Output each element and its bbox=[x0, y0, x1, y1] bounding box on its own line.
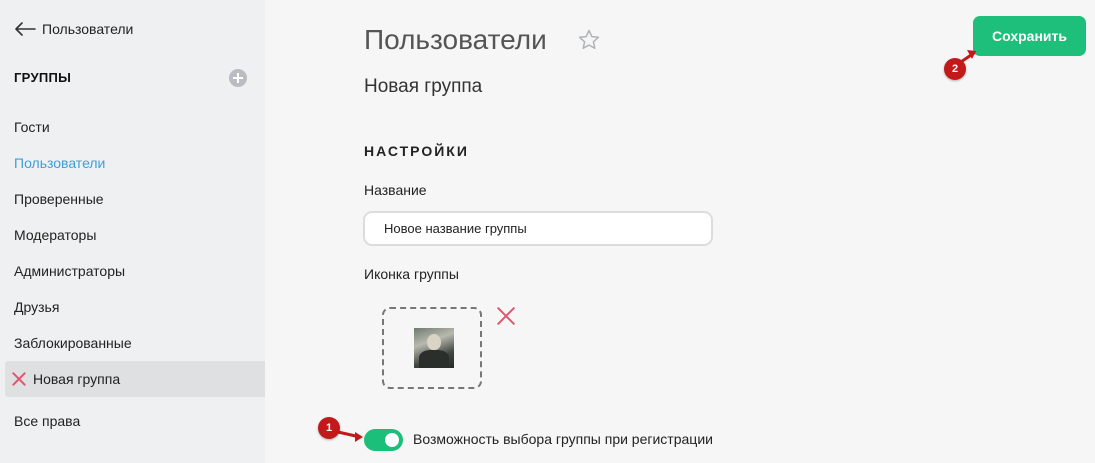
sidebar-item-blocked[interactable]: Заблокированные bbox=[0, 325, 265, 361]
sidebar-item-verified[interactable]: Проверенные bbox=[0, 181, 265, 217]
sidebar-item-users[interactable]: Пользователи bbox=[0, 145, 265, 181]
sidebar-item-new-group[interactable]: Новая группа bbox=[5, 361, 265, 397]
annotation-marker-1: 1 bbox=[318, 417, 340, 439]
sidebar-item-label: Пользователи bbox=[14, 155, 106, 171]
settings-section-title: НАСТРОЙКИ bbox=[364, 143, 469, 159]
sidebar-item-label: Заблокированные bbox=[14, 335, 132, 351]
arrow-left-icon bbox=[15, 22, 36, 36]
remove-icon-icon[interactable] bbox=[496, 306, 516, 326]
sidebar-item-moderators[interactable]: Модераторы bbox=[0, 217, 265, 253]
page-title: Пользователи bbox=[364, 24, 547, 55]
sidebar-item-guests[interactable]: Гости bbox=[0, 109, 265, 145]
back-link[interactable]: Пользователи bbox=[14, 18, 133, 40]
sidebar-item-label: Администраторы bbox=[14, 263, 126, 279]
toggle-knob bbox=[385, 433, 399, 447]
registration-choice-label: Возможность выбора группы при регистраци… bbox=[413, 431, 713, 447]
sidebar-item-label: Все права bbox=[14, 413, 81, 429]
delete-group-icon[interactable] bbox=[11, 371, 27, 387]
group-icon-image bbox=[414, 328, 454, 368]
icon-field-label: Иконка группы bbox=[364, 266, 459, 282]
add-group-button[interactable] bbox=[229, 69, 247, 87]
group-icon-upload[interactable] bbox=[382, 307, 482, 389]
page-subtitle: Новая группа bbox=[364, 76, 483, 97]
sidebar-item-administrators[interactable]: Администраторы bbox=[0, 253, 265, 289]
sidebar-item-all-rights[interactable]: Все права bbox=[0, 403, 265, 439]
groups-header: ГРУППЫ bbox=[14, 70, 72, 85]
name-field-label: Название bbox=[364, 182, 427, 198]
group-name-input[interactable] bbox=[363, 211, 713, 246]
sidebar-item-label: Гости bbox=[14, 119, 50, 135]
sidebar-item-label: Модераторы bbox=[14, 227, 97, 243]
sidebar-item-friends[interactable]: Друзья bbox=[0, 289, 265, 325]
sidebar: Пользователи ГРУППЫ Гости Пользователи П… bbox=[0, 0, 265, 463]
star-icon[interactable] bbox=[577, 28, 601, 52]
sidebar-item-label: Друзья bbox=[14, 299, 60, 315]
sidebar-item-label: Новая группа bbox=[33, 371, 121, 387]
back-link-label: Пользователи bbox=[42, 21, 134, 37]
registration-choice-toggle[interactable] bbox=[364, 429, 403, 451]
annotation-marker-2: 2 bbox=[944, 58, 966, 80]
save-button[interactable]: Сохранить bbox=[973, 16, 1086, 56]
sidebar-item-label: Проверенные bbox=[14, 191, 104, 207]
